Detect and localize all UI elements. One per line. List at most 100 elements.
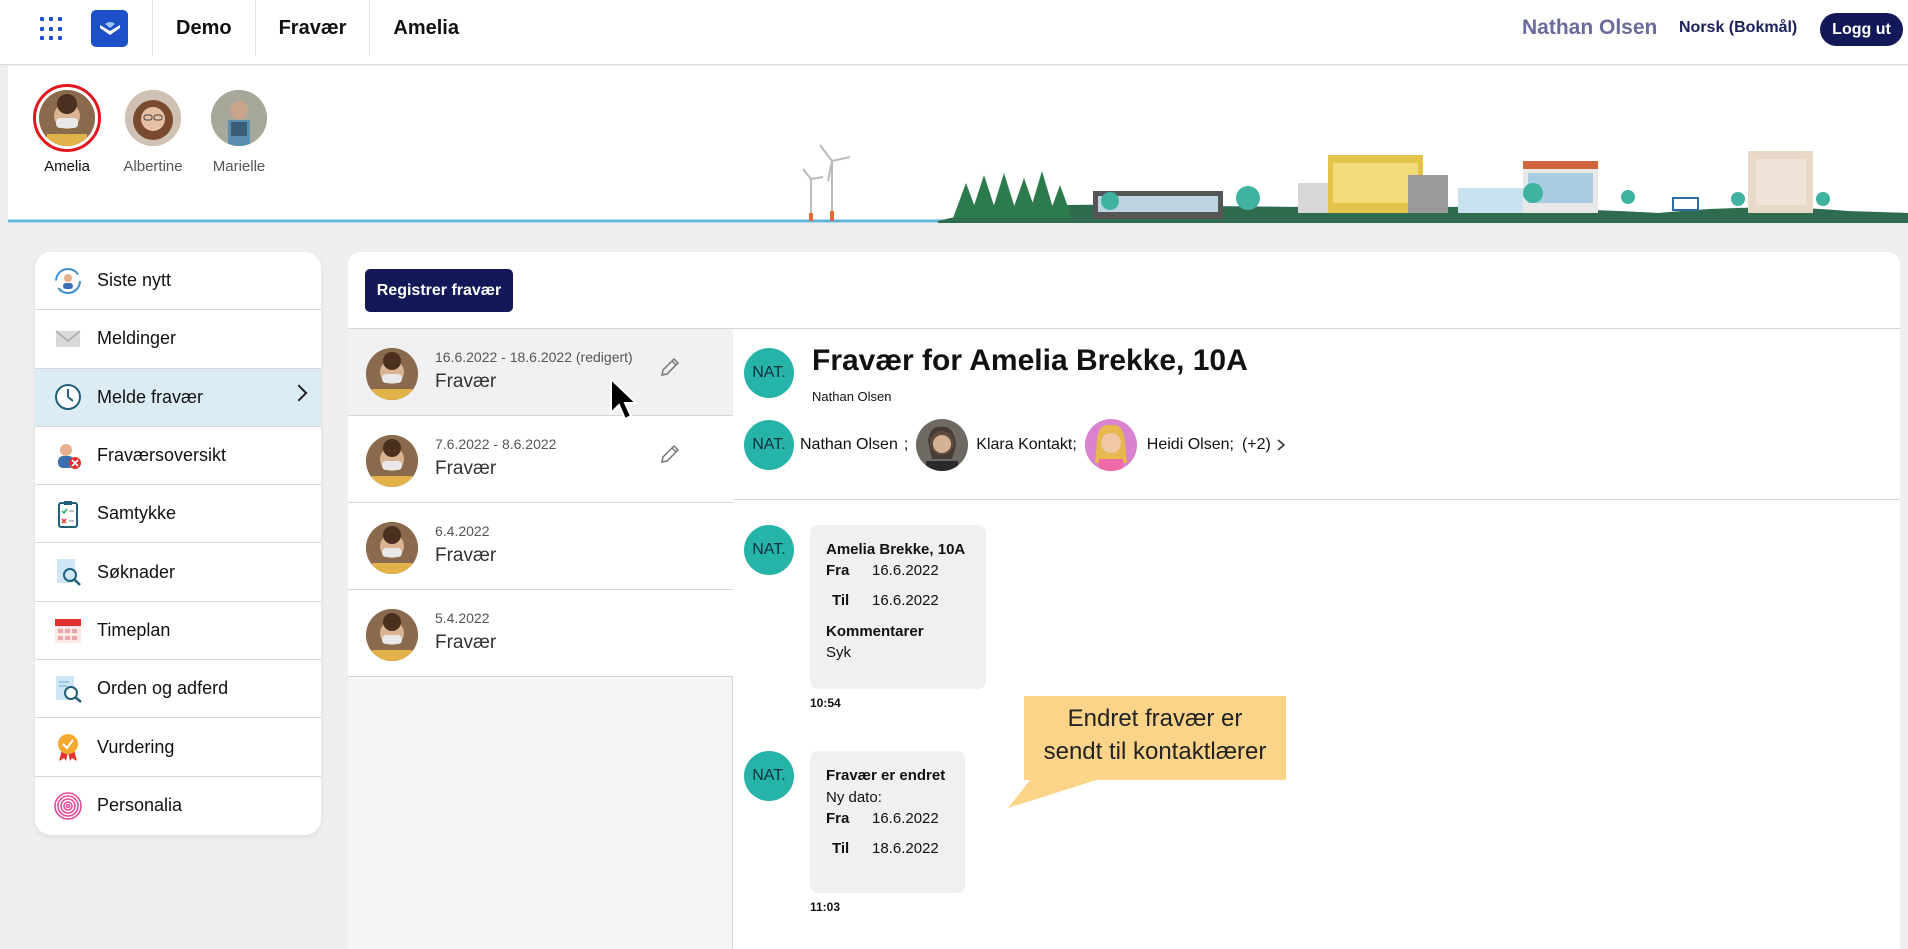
- callout-annotation: Endret fravær er sendt til kontaktlærer: [1024, 696, 1286, 780]
- message-bubble: Fravær er endret Ny dato: Fra 16.6.2022 T…: [810, 751, 965, 893]
- absence-date: 5.4.2022: [435, 610, 490, 626]
- message-avatar: NAT.: [744, 525, 794, 575]
- document-search-icon: [53, 557, 83, 587]
- absence-type: Fravær: [435, 458, 497, 479]
- author-name: Nathan Olsen: [812, 389, 892, 404]
- main-panel: Registrer fravær 16.6.2022 - 18.6.2022 (…: [348, 252, 1900, 949]
- mouse-cursor-icon: [610, 377, 639, 421]
- edit-pencil-icon[interactable]: [658, 442, 682, 466]
- absence-list-item[interactable]: 16.6.2022 - 18.6.2022 (redigert) Fravær: [348, 329, 733, 416]
- envelope-icon: [53, 324, 83, 354]
- child-avatar: [366, 348, 418, 400]
- clipboard-check-icon: [53, 499, 83, 529]
- from-label: Fra: [826, 562, 850, 579]
- message-heading: Fravær er endret: [826, 767, 946, 784]
- sidebar-item-label: Timeplan: [97, 619, 171, 640]
- breadcrumb-fravaer[interactable]: Fravær: [254, 0, 370, 56]
- callout-line: Endret fravær er: [1067, 705, 1243, 732]
- sidebar-item-label: Orden og adferd: [97, 678, 229, 699]
- child-avatar: [366, 522, 418, 574]
- sidebar-item-label: Meldinger: [97, 328, 177, 349]
- page-title: Fravær for Amelia Brekke, 10A: [812, 344, 1248, 377]
- logout-button[interactable]: Logg ut: [1820, 13, 1903, 46]
- recipient-avatar: [1084, 419, 1137, 471]
- absence-type: Fravær: [435, 632, 497, 653]
- message-note: Ny dato:: [826, 789, 882, 806]
- absence-date: 16.6.2022 - 18.6.2022 (redigert): [435, 349, 633, 365]
- absence-list-item[interactable]: 7.6.2022 - 8.6.2022 Fravær: [348, 416, 733, 503]
- recipient-avatar: [916, 419, 969, 471]
- sidebar-item-orden-og-adferd[interactable]: Orden og adferd: [35, 660, 321, 719]
- callout-line: sendt til kontaktlærer: [1043, 738, 1267, 765]
- recipient-separator: ;: [903, 436, 909, 453]
- comment-label: Kommentarer: [826, 623, 924, 640]
- app-root: Demo Fravær Amelia Nathan Olsen Norsk (B…: [0, 0, 1908, 949]
- child-avatar: [366, 609, 418, 661]
- message-heading: Amelia Brekke, 10A: [826, 541, 966, 558]
- sidebar-item-samtykke[interactable]: Samtykke: [35, 485, 321, 544]
- sidebar-item-vurdering[interactable]: Vurdering: [35, 718, 321, 777]
- recipient-name: Klara Kontakt;: [976, 436, 1077, 453]
- breadcrumb: Demo Fravær Amelia: [152, 0, 482, 56]
- edit-pencil-icon[interactable]: [658, 355, 682, 379]
- breadcrumb-amelia[interactable]: Amelia: [369, 0, 482, 56]
- sidebar-item-fravaersoversikt[interactable]: Fraværsoversikt: [35, 427, 321, 486]
- absence-type: Fravær: [435, 545, 497, 566]
- user-name[interactable]: Nathan Olsen: [1522, 16, 1657, 40]
- absence-detail: NAT. Fravær for Amelia Brekke, 10A Natha…: [734, 329, 1900, 949]
- app-grid-icon[interactable]: [40, 17, 64, 41]
- message-avatar: NAT.: [744, 751, 794, 801]
- absence-type: Fravær: [435, 371, 497, 392]
- news-refresh-icon: [53, 266, 83, 296]
- sidebar-item-label: Siste nytt: [97, 270, 172, 291]
- breadcrumb-demo[interactable]: Demo: [152, 0, 255, 56]
- sidebar-item-siste-nytt[interactable]: Siste nytt: [35, 252, 321, 311]
- town-skyline-illustration: [8, 144, 1908, 223]
- sidebar-item-melde-fravaer[interactable]: Melde fravær: [35, 368, 321, 427]
- from-date: 16.6.2022: [872, 810, 939, 827]
- message-time: 11:03: [810, 900, 841, 914]
- absence-list-item[interactable]: 5.4.2022 Fravær: [348, 590, 733, 677]
- chevron-right-icon[interactable]: [1275, 438, 1287, 452]
- children-selector: Amelia Albertine Marielle: [8, 66, 1908, 223]
- comment-text: Syk: [826, 644, 852, 661]
- divider: [734, 499, 1900, 500]
- recipient-avatar: NAT.: [744, 420, 794, 470]
- sidebar-item-label: Søknader: [97, 561, 176, 582]
- award-badge-icon: [53, 732, 83, 762]
- absence-list: 16.6.2022 - 18.6.2022 (redigert) Fravær …: [348, 329, 733, 949]
- more-recipients-toggle[interactable]: (+2): [1242, 436, 1271, 454]
- recipient-name: Nathan Olsen: [800, 436, 898, 453]
- absence-list-item[interactable]: 6.4.2022 Fravær: [348, 503, 733, 590]
- to-date: 18.6.2022: [872, 840, 939, 857]
- recipient-name: Heidi Olsen;: [1146, 436, 1234, 453]
- from-date: 16.6.2022: [872, 562, 939, 579]
- clock-icon: [53, 382, 83, 412]
- to-date: 16.6.2022: [872, 592, 939, 609]
- sidebar-item-personalia[interactable]: Personalia: [35, 777, 321, 835]
- sidebar-item-soknader[interactable]: Søknader: [35, 543, 321, 602]
- sidebar-item-timeplan[interactable]: Timeplan: [35, 602, 321, 661]
- top-bar: Demo Fravær Amelia Nathan Olsen Norsk (B…: [0, 0, 1908, 65]
- school-logo[interactable]: [91, 10, 128, 47]
- from-label: Fra: [826, 810, 850, 827]
- register-absence-button[interactable]: Registrer fravær: [365, 269, 513, 312]
- recipients-list: NAT. Nathan Olsen ; Klara Kontakt; Heidi…: [744, 418, 1287, 472]
- document-magnify-icon: [53, 674, 83, 704]
- sidebar-menu: Siste nytt Meldinger Melde fravær Fravær…: [35, 252, 321, 835]
- to-label: Til: [832, 592, 850, 609]
- sidebar-item-label: Samtykke: [97, 503, 177, 524]
- absence-date: 7.6.2022 - 8.6.2022: [435, 436, 557, 452]
- sidebar-item-label: Fraværsoversikt: [97, 445, 227, 466]
- child-avatar: [366, 435, 418, 487]
- sidebar-item-label: Personalia: [97, 795, 183, 816]
- author-avatar: NAT.: [744, 348, 794, 398]
- sidebar-item-label: Melde fravær: [97, 386, 204, 407]
- to-label: Til: [832, 840, 850, 857]
- person-absence-icon: [53, 441, 83, 471]
- sidebar-item-label: Vurdering: [97, 736, 175, 757]
- fingerprint-icon: [53, 791, 83, 821]
- language-selector[interactable]: Norsk (Bokmål): [1679, 19, 1797, 37]
- sidebar-item-meldinger[interactable]: Meldinger: [35, 310, 321, 369]
- calendar-icon: [53, 615, 83, 645]
